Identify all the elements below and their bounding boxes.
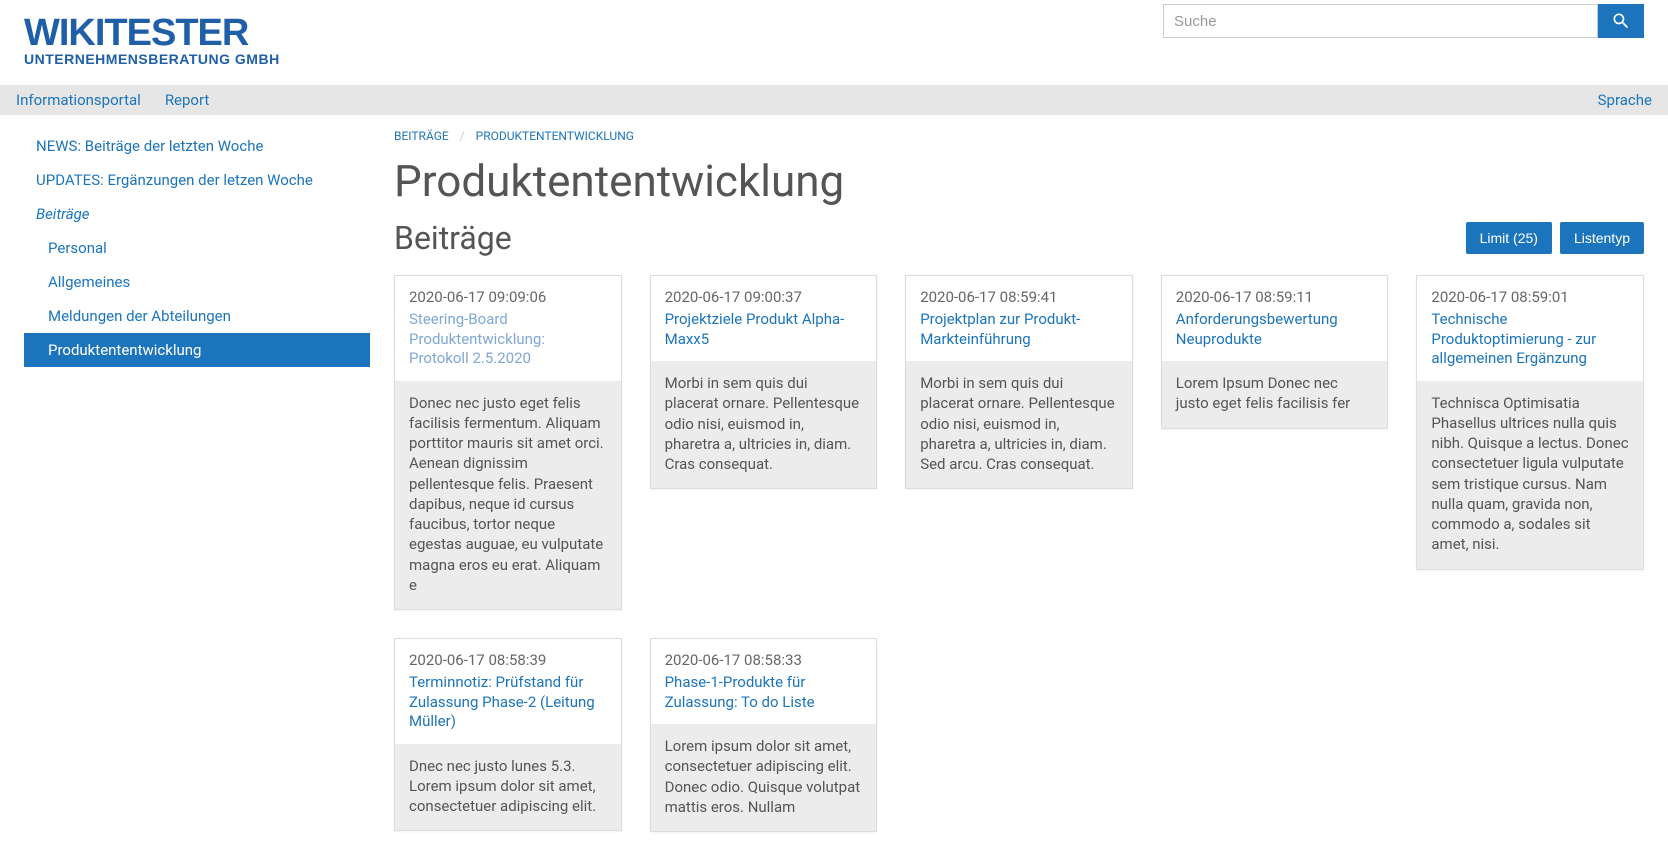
card: 2020-06-17 08:58:33 Phase-1-Produkte für … [650, 638, 878, 832]
card: 2020-06-17 08:59:41 Projektplan zur Produ… [905, 275, 1133, 489]
listentyp-button[interactable]: Listentyp [1560, 222, 1644, 254]
card-date: 2020-06-17 08:58:33 [665, 651, 863, 669]
card-title-link[interactable]: Technische Produktoptimierung - zur allg… [1431, 310, 1629, 369]
card: 2020-06-17 09:09:06 Steering-Board Produk… [394, 275, 622, 610]
card-head: 2020-06-17 08:58:33 Phase-1-Produkte für … [651, 639, 877, 724]
limit-button[interactable]: Limit (25) [1466, 222, 1552, 254]
card-title-link[interactable]: Projektziele Produkt Alpha-Maxx5 [665, 310, 863, 349]
logo: WIKITESTER UNTERNEHMENSBERATUNG GMBH [24, 12, 280, 67]
breadcrumb-current[interactable]: PRODUKTENTENTWICKLUNG [476, 129, 634, 143]
card-title-link[interactable]: Steering-Board Produktentwicklung: Proto… [409, 310, 607, 369]
cards-grid: 2020-06-17 09:09:06 Steering-Board Produk… [394, 275, 1644, 832]
sidebar: NEWS: Beiträge der letzten Woche UPDATES… [0, 115, 394, 832]
navbar: Informationsportal Report Sprache [0, 85, 1668, 115]
search-button[interactable] [1598, 4, 1644, 38]
sidebar-item-meldungen[interactable]: Meldungen der Abteilungen [24, 299, 370, 333]
sidebar-item-personal[interactable]: Personal [24, 231, 370, 265]
card-head: 2020-06-17 08:59:01 Technische Produktopt… [1417, 276, 1643, 381]
sidebar-item-news[interactable]: NEWS: Beiträge der letzten Woche [24, 129, 370, 163]
card-date: 2020-06-17 09:00:37 [665, 288, 863, 306]
card-body: Donec nec justo eget felis facilisis fer… [395, 381, 621, 610]
search-icon [1611, 11, 1631, 31]
card-date: 2020-06-17 09:09:06 [409, 288, 607, 306]
card-body: Technisca Optimisatia Phasellus ultrices… [1417, 381, 1643, 569]
card-head: 2020-06-17 08:58:39 Terminnotiz: Prüfstan… [395, 639, 621, 744]
breadcrumb: BEITRÄGE / PRODUKTENTENTWICKLUNG [394, 129, 1644, 143]
card-date: 2020-06-17 08:59:41 [920, 288, 1118, 306]
sidebar-item-produktententwicklung[interactable]: Produktententwicklung [24, 333, 370, 367]
search-area [1163, 4, 1644, 38]
nav-language[interactable]: Sprache [1598, 91, 1652, 109]
nav-report[interactable]: Report [165, 91, 210, 109]
card: 2020-06-17 08:59:01 Technische Produktopt… [1416, 275, 1644, 570]
breadcrumb-separator: / [460, 129, 465, 143]
nav-informationsportal[interactable]: Informationsportal [16, 91, 141, 109]
card-head: 2020-06-17 09:00:37 Projektziele Produkt … [651, 276, 877, 361]
card-head: 2020-06-17 09:09:06 Steering-Board Produk… [395, 276, 621, 381]
breadcrumb-root[interactable]: BEITRÄGE [394, 129, 449, 143]
card-body: Morbi in sem quis dui placerat ornare. P… [906, 361, 1132, 488]
page-title: Produktententwicklung [394, 155, 1644, 207]
card: 2020-06-17 08:59:11 Anforderungsbewertung… [1161, 275, 1389, 429]
card-title-link[interactable]: Terminnotiz: Prüfstand für Zulassung Pha… [409, 673, 607, 732]
card-date: 2020-06-17 08:59:11 [1176, 288, 1374, 306]
card-head: 2020-06-17 08:59:11 Anforderungsbewertung… [1162, 276, 1388, 361]
sidebar-item-beitraege[interactable]: Beiträge [24, 197, 370, 231]
main-content: BEITRÄGE / PRODUKTENTENTWICKLUNG Produkt… [394, 115, 1668, 832]
logo-sub: UNTERNEHMENSBERATUNG GMBH [24, 51, 280, 67]
search-input[interactable] [1163, 4, 1598, 38]
card-body: Dnec nec justo lunes 5.3. Lorem ipsum do… [395, 744, 621, 831]
card-date: 2020-06-17 08:59:01 [1431, 288, 1629, 306]
card-body: Morbi in sem quis dui placerat ornare. P… [651, 361, 877, 488]
card-body: Lorem Ipsum Donec nec justo eget felis f… [1162, 361, 1388, 428]
card-title-link[interactable]: Projektplan zur Produkt-Markteinführung [920, 310, 1118, 349]
logo-main: WIKITESTER [24, 12, 280, 55]
sidebar-item-updates[interactable]: UPDATES: Ergänzungen der letzen Woche [24, 163, 370, 197]
card: 2020-06-17 09:00:37 Projektziele Produkt … [650, 275, 878, 489]
section-title: Beiträge [394, 219, 512, 257]
card-head: 2020-06-17 08:59:41 Projektplan zur Produ… [906, 276, 1132, 361]
card: 2020-06-17 08:58:39 Terminnotiz: Prüfstan… [394, 638, 622, 831]
card-date: 2020-06-17 08:58:39 [409, 651, 607, 669]
card-title-link[interactable]: Anforderungsbewertung Neuprodukte [1176, 310, 1374, 349]
card-title-link[interactable]: Phase-1-Produkte für Zulassung: To do Li… [665, 673, 863, 712]
card-body: Lorem ipsum dolor sit amet, consectetuer… [651, 724, 877, 831]
sidebar-item-allgemeines[interactable]: Allgemeines [24, 265, 370, 299]
